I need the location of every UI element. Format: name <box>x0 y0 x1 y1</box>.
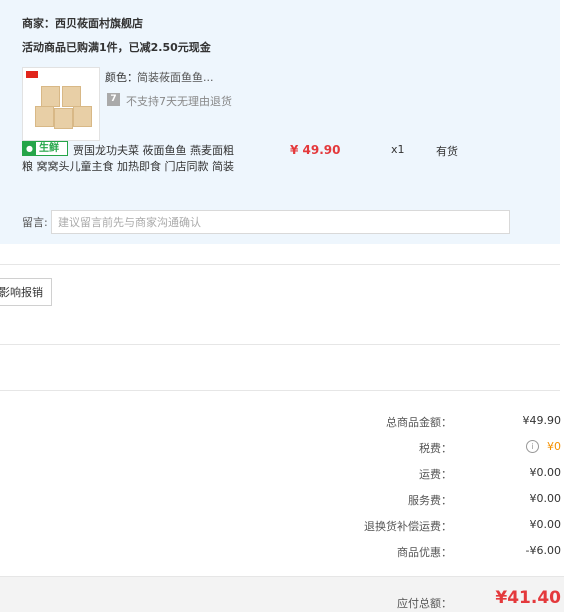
product-name[interactable]: 贾国龙功夫菜 莜面鱼鱼 燕麦面粗 <box>73 142 234 158</box>
fresh-badge-label: 生鲜 <box>39 143 59 154</box>
summary-value: ¥0 <box>547 440 561 453</box>
total-label: 应付总额： <box>397 597 452 610</box>
package-icon <box>41 86 60 107</box>
package-icon <box>73 106 92 127</box>
summary-value: ¥0.00 <box>529 492 562 505</box>
divider <box>0 390 560 391</box>
summary-label: 税费： <box>419 442 452 455</box>
item-price: ¥ 49.90 <box>290 143 341 157</box>
divider <box>0 264 560 265</box>
package-icon <box>35 106 54 127</box>
info-icon[interactable]: i <box>526 440 539 453</box>
summary-value: ¥0.00 <box>529 518 562 531</box>
color-value: 简装莜面鱼鱼... <box>137 71 214 84</box>
brand-logo-icon <box>26 71 38 78</box>
message-label: 留言: <box>22 216 48 229</box>
summary-value: ¥49.90 <box>522 414 562 427</box>
product-thumbnail[interactable] <box>22 67 100 141</box>
no-return-text: 不支持7天无理由退货 <box>126 95 232 108</box>
summary-label: 退换货补偿运费： <box>364 520 452 533</box>
divider <box>0 344 560 345</box>
fresh-badge: ● 生鲜 <box>22 141 68 156</box>
merchant-name[interactable]: 商家：西贝莜面村旗舰店 <box>22 15 143 31</box>
fresh-badge-icon: ● <box>23 142 36 155</box>
summary-label: 商品优惠： <box>397 546 452 559</box>
summary-label: 服务费： <box>408 494 452 507</box>
summary-label: 运费： <box>419 468 452 481</box>
item-quantity: x1 <box>391 143 405 156</box>
total-value: ¥41.40 <box>495 588 561 608</box>
invoice-button[interactable]: 影响报销 <box>0 278 52 306</box>
promo-text: 活动商品已购满1件，已减2.50元现金 <box>22 41 211 54</box>
message-input[interactable] <box>51 210 510 234</box>
summary-value: ¥0.00 <box>529 466 562 479</box>
summary-label: 总商品金额： <box>386 416 452 429</box>
no-return-icon: 7 <box>107 93 120 106</box>
summary-value: -¥6.00 <box>525 544 561 557</box>
stock-status: 有货 <box>436 145 458 158</box>
color-label: 颜色： <box>105 71 138 84</box>
package-icon <box>62 86 81 107</box>
product-name-cont[interactable]: 粮 窝窝头儿童主食 加热即食 门店同款 简装 <box>22 158 234 174</box>
package-icon <box>54 108 73 129</box>
total-bar: 应付总额： ¥41.40 <box>0 576 564 612</box>
